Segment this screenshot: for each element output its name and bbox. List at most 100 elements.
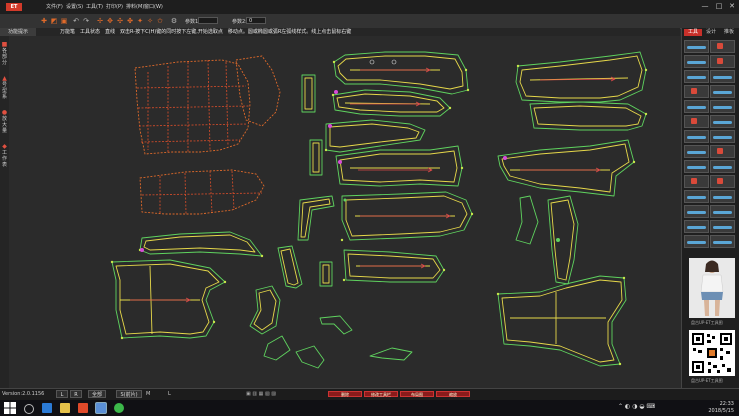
edit-toolbar-button[interactable]: 修改工具栏: [364, 391, 398, 397]
tool-tile-11[interactable]: [684, 115, 709, 128]
piece-small-rect-left-2[interactable]: [309, 139, 323, 176]
open-file-icon[interactable]: ◩: [50, 17, 58, 25]
settings-gear-icon[interactable]: ⚙: [170, 17, 178, 25]
tool-tile-18[interactable]: [710, 160, 735, 173]
pattern-drawing[interactable]: [9, 36, 680, 388]
tool-tile-20[interactable]: [710, 175, 735, 188]
menu-window[interactable]: 窗口(W): [144, 3, 163, 10]
piece-right-sleeve[interactable]: [497, 139, 635, 197]
tool-tile-27[interactable]: [684, 235, 709, 248]
piece-crescent-2[interactable]: [263, 335, 291, 361]
drawing-canvas[interactable]: [9, 36, 680, 388]
piece-long-band[interactable]: [139, 231, 263, 257]
tool-tile-13[interactable]: [684, 130, 709, 143]
size-m-label[interactable]: M: [146, 390, 150, 398]
fit-view-icon[interactable]: ✦: [136, 17, 144, 25]
save-icon[interactable]: ▣: [60, 17, 68, 25]
tool-tile-5[interactable]: [684, 70, 709, 83]
tool-tile-1[interactable]: [684, 40, 709, 53]
undo-icon[interactable]: ↶: [72, 17, 80, 25]
tool-tile-8[interactable]: [710, 85, 735, 98]
menu-print[interactable]: 打印(P): [106, 3, 123, 10]
piece-small-tab[interactable]: [319, 261, 333, 287]
menu-settings[interactable]: 设置(S): [66, 3, 83, 10]
cad-app-icon[interactable]: [96, 403, 106, 413]
menu-marker[interactable]: 排料(M): [126, 3, 144, 10]
piece-right-top[interactable]: [515, 51, 647, 103]
delete-button[interactable]: 删除: [328, 391, 362, 397]
piece-right-mid[interactable]: [529, 101, 647, 131]
dashed-piece-bodice[interactable]: [134, 59, 251, 155]
dashed-piece-waist[interactable]: [139, 169, 265, 215]
maximize-icon[interactable]: □: [714, 2, 724, 11]
right-tab-grading[interactable]: 推板: [720, 29, 738, 36]
right-button[interactable]: R: [70, 390, 82, 398]
windows-start-icon[interactable]: [4, 402, 16, 414]
tool-tile-24[interactable]: [710, 205, 735, 218]
tool-tile-22[interactable]: [710, 190, 735, 203]
layout-button[interactable]: 布局图: [400, 391, 434, 397]
right-tab-tools[interactable]: 工具: [684, 29, 702, 36]
piece-strap-left[interactable]: [297, 195, 335, 241]
edge-browser-icon[interactable]: [42, 403, 52, 413]
tool-tile-14[interactable]: [710, 130, 735, 143]
new-file-icon[interactable]: ✚: [40, 17, 48, 25]
file-explorer-icon[interactable]: [60, 403, 70, 413]
tool-tile-23[interactable]: [684, 205, 709, 218]
piece-collar[interactable]: [332, 89, 451, 117]
measure-icon[interactable]: ✩: [156, 17, 164, 25]
tray-icons[interactable]: ⌃ ◐ ◑ ◒ ⌨: [618, 403, 655, 410]
redo-icon[interactable]: ↷: [82, 17, 90, 25]
left-tab-worksheet[interactable]: ◆ 工作表: [1, 144, 8, 169]
tool-tile-10[interactable]: [710, 100, 735, 113]
left-tab-sizes[interactable]: ▲ 号型系: [1, 76, 8, 101]
tool-tile-17[interactable]: [684, 160, 709, 173]
select-icon[interactable]: ✢: [96, 17, 104, 25]
dashed-piece-shoulder[interactable]: [235, 55, 281, 127]
tool-tile-25[interactable]: [684, 220, 709, 233]
marker-points[interactable]: [369, 59, 397, 65]
piece-large-bottom-left[interactable]: [111, 259, 226, 339]
piece-crescent-3[interactable]: [295, 345, 325, 369]
zoom-in-icon[interactable]: ✣: [116, 17, 124, 25]
zoom-button[interactable]: 缩放: [436, 391, 470, 397]
tool-tile-16[interactable]: [710, 145, 735, 158]
selected-points[interactable]: [140, 90, 507, 252]
tool-tile-7[interactable]: [684, 85, 709, 98]
piece-front-panel[interactable]: [335, 145, 463, 187]
tool-tile-28[interactable]: [710, 235, 735, 248]
piece-dart-small[interactable]: [277, 245, 303, 289]
left-button[interactable]: L: [56, 390, 68, 398]
tool-tile-19[interactable]: [684, 175, 709, 188]
piece-small-rect-left-1[interactable]: [301, 74, 316, 113]
size-select[interactable]: S(前片): [116, 390, 142, 398]
green-nodes[interactable]: [343, 198, 561, 243]
tool-tile-6[interactable]: [710, 70, 735, 83]
zoom-out-icon[interactable]: ✤: [126, 17, 134, 25]
minimize-icon[interactable]: —: [700, 2, 710, 11]
left-tab-parts[interactable]: ■ 各部分: [1, 42, 8, 67]
tool-tile-4[interactable]: [710, 55, 735, 68]
system-clock[interactable]: 22:33 2018/5/15: [690, 401, 734, 415]
piece-sleeve-top[interactable]: [333, 51, 469, 95]
close-icon[interactable]: ✕: [727, 2, 737, 11]
piece-cuff[interactable]: [325, 119, 426, 153]
tool-tile-3[interactable]: [684, 55, 709, 68]
piece-right-bottom[interactable]: [497, 275, 627, 367]
tool-tile-26[interactable]: [710, 220, 735, 233]
piece-curve-1[interactable]: [249, 285, 281, 335]
all-button[interactable]: 全部: [88, 390, 106, 398]
grid-icon[interactable]: ✧: [146, 17, 154, 25]
search-icon[interactable]: [24, 404, 34, 414]
piece-right-small-2[interactable]: [547, 195, 579, 285]
hint-tab[interactable]: 功能提示: [0, 28, 36, 36]
param2-input[interactable]: 0: [246, 17, 266, 24]
menu-tools[interactable]: 工具(T): [86, 3, 103, 10]
right-tab-design[interactable]: 设计: [702, 29, 720, 36]
tool-tile-2[interactable]: [710, 40, 735, 53]
tool-tile-9[interactable]: [684, 100, 709, 113]
tool-tile-21[interactable]: [684, 190, 709, 203]
piece-right-small-1[interactable]: [515, 195, 539, 245]
piece-crescent-4[interactable]: [369, 347, 413, 361]
menu-file[interactable]: 文件(F): [46, 3, 63, 10]
